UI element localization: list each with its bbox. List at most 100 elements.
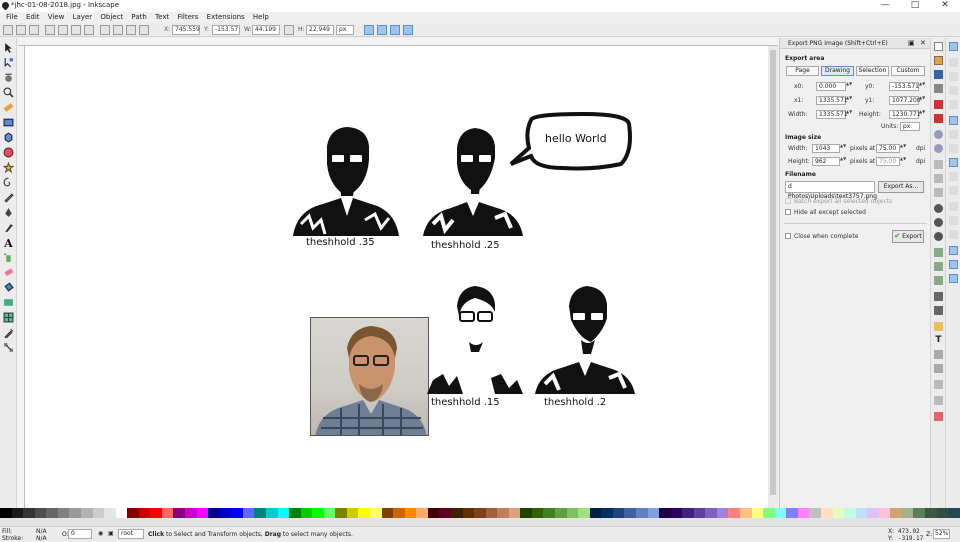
ellipse-tool-icon[interactable] (3, 147, 14, 158)
y1-spin[interactable]: ▲▼ (919, 96, 925, 105)
flip-vertical-icon[interactable] (84, 25, 94, 35)
gradient-tool-icon[interactable] (3, 297, 14, 308)
height-spin[interactable]: ▲▼ (919, 110, 925, 119)
palette-swatch[interactable] (601, 508, 613, 518)
minimize-button[interactable]: — (870, 0, 900, 12)
palette-swatch[interactable] (462, 508, 475, 518)
open-icon[interactable] (934, 56, 943, 65)
snap-centers-icon[interactable] (949, 202, 958, 211)
tab-page[interactable]: Page (786, 66, 819, 76)
palette-swatch[interactable] (832, 508, 845, 518)
palette-swatch[interactable] (728, 508, 740, 518)
select-all-icon[interactable] (3, 25, 13, 35)
x0-spin[interactable]: ▲▼ (846, 82, 852, 91)
y0-field[interactable]: -153.571 (889, 82, 919, 91)
snap-smooth-nodes-icon[interactable] (949, 172, 958, 181)
palette-swatch[interactable] (335, 508, 347, 518)
text-font-icon[interactable]: T (934, 336, 943, 345)
palette-swatch[interactable] (127, 508, 139, 518)
snap-page-border-icon[interactable] (949, 246, 958, 255)
move-patterns-icon[interactable] (403, 25, 413, 35)
snap-bbox-icon[interactable] (949, 58, 958, 67)
paint-bucket-tool-icon[interactable] (3, 282, 14, 293)
palette-swatch[interactable] (624, 508, 636, 518)
palette-swatch[interactable] (497, 508, 509, 518)
dialog-detach-icon[interactable]: ▣ (908, 39, 915, 47)
palette-swatch[interactable] (242, 508, 255, 518)
export-button[interactable]: ✔ Export (892, 230, 924, 243)
palette-swatch[interactable] (901, 508, 914, 518)
dropper-tool-icon[interactable] (3, 327, 14, 338)
flip-horizontal-icon[interactable] (71, 25, 81, 35)
snap-midpoints-icon[interactable] (949, 186, 958, 195)
zoom-tool-icon[interactable] (3, 87, 14, 98)
zoom-selection-icon[interactable] (934, 204, 943, 213)
select-all-layers-icon[interactable] (16, 25, 26, 35)
palette-swatch[interactable] (185, 508, 197, 518)
palette-swatch[interactable] (925, 508, 937, 518)
palette-swatch[interactable] (23, 508, 35, 518)
palette-swatch[interactable] (474, 508, 486, 518)
palette-swatch[interactable] (878, 508, 891, 518)
palette-swatch[interactable] (57, 508, 70, 518)
x-field[interactable]: 745.559 (172, 25, 200, 35)
palette-swatch[interactable] (867, 508, 879, 518)
palette-swatch[interactable] (138, 508, 151, 518)
unlink-clone-icon[interactable] (934, 276, 943, 285)
palette-swatch[interactable] (485, 508, 498, 518)
dpi-field[interactable]: 75.00 (876, 144, 900, 153)
menu-view[interactable]: View (48, 12, 65, 23)
layer-select[interactable]: root (118, 529, 144, 539)
width-field[interactable]: 1335.571 (816, 110, 848, 119)
palette-swatch[interactable] (820, 508, 833, 518)
deselect-icon[interactable] (29, 25, 39, 35)
pen-tool-icon[interactable] (3, 207, 14, 218)
palette-swatch[interactable] (913, 508, 925, 518)
drawing-canvas[interactable]: theshhold .35 theshhold .25 hello World (25, 46, 768, 508)
x1-field[interactable]: 1335.571 (816, 96, 848, 105)
node-tool-icon[interactable] (3, 57, 14, 68)
palette-swatch[interactable] (346, 508, 359, 518)
redo-icon[interactable] (934, 144, 943, 153)
palette-swatch[interactable] (693, 508, 706, 518)
palette-swatch[interactable] (797, 508, 810, 518)
selector-tool-icon[interactable] (3, 42, 14, 53)
snap-enable-icon[interactable] (949, 42, 958, 51)
scale-stroke-icon[interactable] (364, 25, 374, 35)
dialog-close-icon[interactable]: ✕ (920, 39, 926, 47)
palette-swatch[interactable] (11, 508, 24, 518)
opacity-field[interactable]: 0 (68, 529, 92, 539)
palette-swatch[interactable] (0, 508, 12, 518)
palette-swatch[interactable] (69, 508, 81, 518)
print-icon[interactable] (934, 84, 943, 93)
mesh-tool-icon[interactable] (3, 312, 14, 323)
lower-icon[interactable] (126, 25, 136, 35)
snap-text-baseline-icon[interactable] (949, 230, 958, 239)
palette-scrollbar[interactable] (0, 518, 960, 526)
snap-guides-icon[interactable] (949, 274, 958, 283)
spray-tool-icon[interactable] (3, 252, 14, 263)
palette-swatch[interactable] (670, 508, 683, 518)
document-properties-icon[interactable] (934, 412, 943, 421)
palette-swatch[interactable] (450, 508, 463, 518)
rotate-ccw-icon[interactable] (45, 25, 55, 35)
palette-swatch[interactable] (161, 508, 174, 518)
palette-swatch[interactable] (92, 508, 105, 518)
spiral-tool-icon[interactable] (3, 177, 14, 188)
lower-to-bottom-icon[interactable] (139, 25, 149, 35)
palette-swatch[interactable] (855, 508, 868, 518)
palette-swatch[interactable] (323, 508, 336, 518)
palette-swatch[interactable] (612, 508, 625, 518)
filename-field[interactable]: d Photos\Uploads\text3757.png (785, 181, 877, 200)
ungroup-icon[interactable] (934, 306, 943, 315)
text-tool-icon[interactable]: A (3, 237, 14, 248)
import-icon[interactable] (934, 100, 943, 109)
original-photo[interactable] (310, 317, 429, 436)
measure-tool-icon[interactable] (3, 102, 14, 113)
palette-swatch[interactable] (682, 508, 694, 518)
palette-swatch[interactable] (150, 508, 162, 518)
x1-spin[interactable]: ▲▼ (846, 96, 852, 105)
tweak-tool-icon[interactable] (3, 72, 14, 83)
dpi-spin[interactable]: ▲▼ (900, 144, 906, 153)
palette-swatch[interactable] (589, 508, 602, 518)
